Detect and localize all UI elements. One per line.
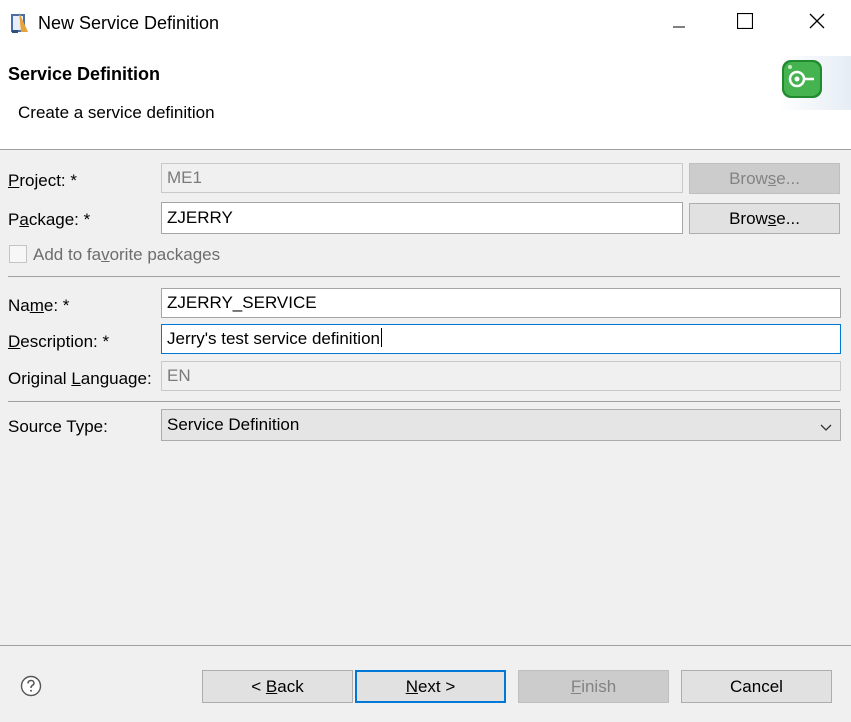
source-type-label: Source Type: — [8, 417, 108, 436]
name-label: Name: * — [8, 296, 70, 315]
window-title: New Service Definition — [38, 13, 220, 33]
favorite-packages-checkbox[interactable] — [9, 245, 27, 263]
package-field[interactable]: ZJERRY — [161, 202, 683, 234]
original-language-label: Original Language: — [8, 369, 152, 388]
favorite-packages-label[interactable]: Add to favorite packages — [33, 245, 220, 265]
eclipse-app-icon — [10, 12, 30, 34]
wizard-subtitle: Create a service definition — [18, 103, 215, 122]
header-separator — [0, 149, 851, 150]
maximize-button[interactable] — [720, 0, 770, 46]
form-separator-1 — [8, 276, 840, 277]
source-type-select[interactable]: Service Definition — [161, 409, 841, 441]
next-button[interactable]: Next > — [355, 670, 506, 703]
package-label: Package: * — [8, 210, 91, 229]
back-button[interactable]: < Back — [202, 670, 353, 703]
close-icon — [809, 13, 825, 34]
minimize-icon — [673, 13, 685, 33]
footer-separator — [0, 645, 851, 646]
wizard-header: Service Definition Create a service defi… — [0, 46, 851, 149]
service-definition-wizard-icon — [778, 56, 851, 110]
project-label: Project: * — [8, 171, 77, 190]
cancel-button[interactable]: Cancel — [681, 670, 832, 703]
name-field[interactable]: ZJERRY_SERVICE — [161, 288, 841, 318]
close-button[interactable] — [792, 0, 842, 46]
chevron-down-icon[interactable] — [818, 419, 834, 431]
form-separator-2 — [8, 401, 840, 402]
original-language-field: EN — [161, 361, 841, 391]
project-browse-button: Brow s e... — [689, 163, 840, 194]
help-icon[interactable] — [20, 675, 42, 697]
package-browse-button[interactable]: Brow s e... — [689, 203, 840, 234]
maximize-icon — [736, 12, 754, 34]
description-field[interactable]: Jerry's test service definition — [161, 324, 841, 354]
finish-button: Finish — [518, 670, 669, 703]
project-field: ME1 — [161, 163, 683, 193]
title-bar: New Service Definition — [0, 0, 851, 46]
wizard-title: Service Definition — [8, 64, 161, 84]
new-service-definition-dialog: New Service Definition Service Definitio… — [0, 0, 851, 722]
minimize-button[interactable] — [654, 0, 704, 46]
text-caret — [381, 328, 382, 347]
description-label: Description: * — [8, 332, 110, 351]
